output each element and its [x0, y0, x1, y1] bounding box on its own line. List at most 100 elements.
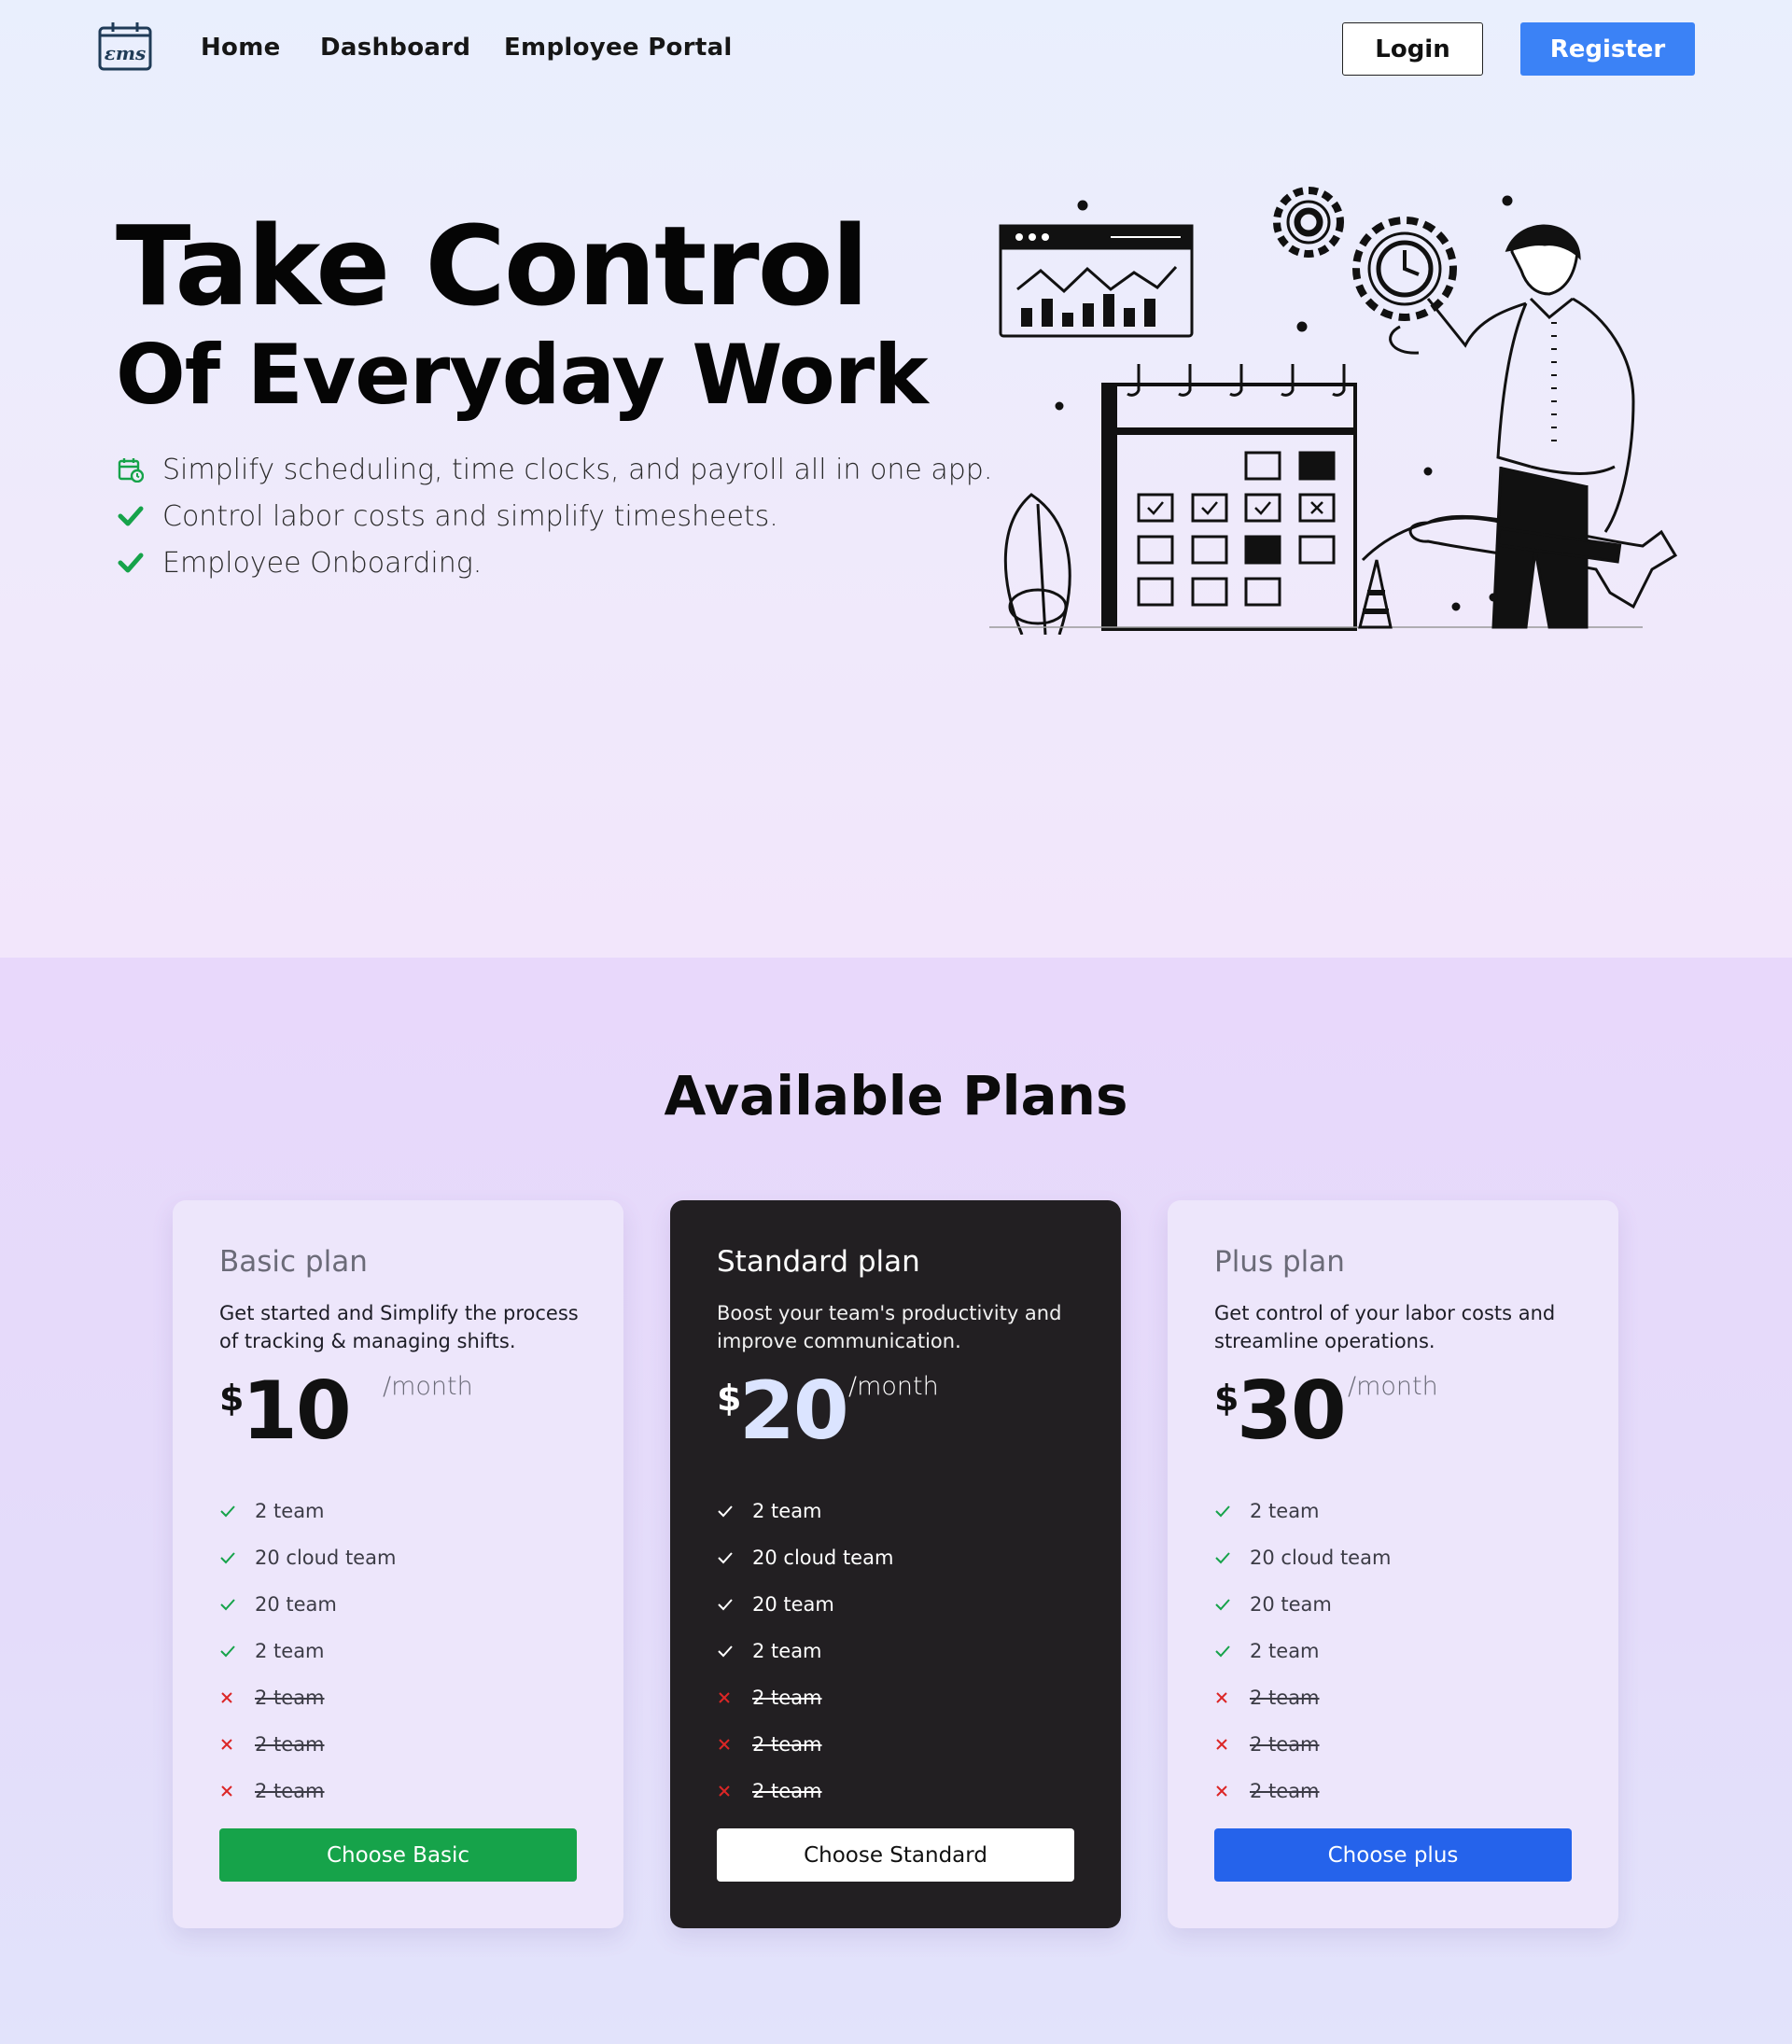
- check-icon: [219, 1598, 255, 1611]
- check-icon: [717, 1598, 752, 1611]
- plan-feature-text: 2 team: [1250, 1733, 1320, 1756]
- cross-icon: [717, 1737, 752, 1752]
- check-icon: [1214, 1645, 1250, 1658]
- plan-feature-text: 2 team: [255, 1733, 325, 1756]
- top-navbar: εms Home Dashboard Employee Portal Login…: [0, 0, 1792, 98]
- plans-section: Available Plans Basic plan Get started a…: [0, 958, 1792, 2044]
- check-icon: [219, 1551, 255, 1564]
- plan-feature-text: 2 team: [255, 1500, 325, 1522]
- plan-price: $ 30 /month: [1214, 1365, 1572, 1469]
- plan-price: $ 20 /month: [717, 1365, 1074, 1469]
- plan-feature-item: 20 cloud team: [1214, 1534, 1572, 1581]
- calendar-logo-icon: εms: [98, 22, 152, 71]
- plan-name: Plus plan: [1214, 1245, 1345, 1279]
- cross-icon: [717, 1784, 752, 1799]
- plan-feature-item: 2 team: [717, 1628, 1074, 1674]
- plan-feature-text: 2 team: [1250, 1687, 1320, 1709]
- hero-feature-list: Simplify scheduling, time clocks, and pa…: [118, 446, 992, 586]
- plan-feature-text: 20 cloud team: [752, 1547, 894, 1569]
- register-button[interactable]: Register: [1520, 22, 1695, 76]
- plan-feature-item: 2 team: [717, 1721, 1074, 1768]
- plan-feature-text: 2 team: [752, 1780, 822, 1802]
- svg-text:εms: εms: [105, 42, 147, 64]
- hero-title-line1: Take Control: [116, 202, 869, 330]
- plan-feature-item: 20 team: [219, 1581, 577, 1628]
- cross-icon: [219, 1784, 255, 1799]
- plan-feature-text: 2 team: [1250, 1780, 1320, 1802]
- plan-feature-item: 2 team: [717, 1768, 1074, 1814]
- plan-feature-text: 20 team: [255, 1593, 337, 1616]
- check-icon: [1214, 1551, 1250, 1564]
- cross-icon: [1214, 1737, 1250, 1752]
- plan-feature-list: 2 team 20 cloud team 20 team 2 team 2 te…: [717, 1488, 1074, 1814]
- hero-title-line2: Of Everyday Work: [116, 327, 929, 423]
- check-icon: [219, 1505, 255, 1518]
- nav-employee-portal-link[interactable]: Employee Portal: [504, 34, 733, 62]
- nav-dashboard-link[interactable]: Dashboard: [320, 34, 470, 62]
- plan-feature-item: 2 team: [1214, 1721, 1572, 1768]
- plan-price: $ 10 /month: [219, 1365, 577, 1469]
- choose-standard-button[interactable]: Choose Standard: [717, 1828, 1074, 1882]
- cross-icon: [717, 1690, 752, 1705]
- price-amount: 30: [1237, 1365, 1347, 1458]
- plan-feature-item: 2 team: [1214, 1768, 1572, 1814]
- plan-feature-text: 2 team: [752, 1500, 822, 1522]
- plan-feature-item: 2 team: [1214, 1674, 1572, 1721]
- price-amount: 20: [739, 1365, 849, 1458]
- plan-description: Get control of your labor costs and stre…: [1214, 1302, 1556, 1352]
- nav-home-link[interactable]: Home: [201, 34, 281, 62]
- price-period: /month: [383, 1372, 473, 1401]
- plan-feature-text: 2 team: [752, 1733, 822, 1756]
- price-period: /month: [848, 1372, 939, 1401]
- plan-feature-item: 2 team: [1214, 1628, 1572, 1674]
- check-icon: [717, 1551, 752, 1564]
- check-icon: [717, 1505, 752, 1518]
- login-button[interactable]: Login: [1342, 22, 1483, 76]
- hero-feature-item: Employee Onboarding.: [118, 539, 992, 586]
- hero-feature-text: Employee Onboarding.: [162, 546, 483, 580]
- plan-feature-text: 2 team: [1250, 1500, 1320, 1522]
- scheduling-illustration: [989, 187, 1678, 635]
- ems-logo[interactable]: εms: [97, 21, 153, 73]
- plan-feature-item: 2 team: [1214, 1488, 1572, 1534]
- calendar-clock-icon: [118, 455, 149, 483]
- plan-feature-text: 2 team: [752, 1640, 822, 1662]
- hero-feature-text: Control labor costs and simplify timeshe…: [162, 499, 778, 533]
- check-icon: [219, 1645, 255, 1658]
- check-icon: [118, 549, 149, 577]
- plan-feature-item: 2 team: [219, 1674, 577, 1721]
- plan-card-plus: Plus plan Get control of your labor cost…: [1168, 1200, 1618, 1928]
- plan-card-standard: Standard plan Boost your team's producti…: [670, 1200, 1121, 1928]
- plan-feature-text: 20 cloud team: [1250, 1547, 1392, 1569]
- plan-description: Boost your team's productivity and impro…: [717, 1302, 1062, 1352]
- cross-icon: [219, 1690, 255, 1705]
- choose-basic-button[interactable]: Choose Basic: [219, 1828, 577, 1882]
- plan-feature-item: 20 cloud team: [219, 1534, 577, 1581]
- plan-feature-item: 2 team: [219, 1628, 577, 1674]
- plan-feature-list: 2 team 20 cloud team 20 team 2 team 2 te…: [219, 1488, 577, 1814]
- price-currency: $: [219, 1378, 245, 1419]
- plan-feature-text: 20 cloud team: [255, 1547, 397, 1569]
- check-icon: [1214, 1598, 1250, 1611]
- price-currency: $: [1214, 1378, 1239, 1419]
- plans-title: Available Plans: [664, 1064, 1128, 1127]
- plan-name: Basic plan: [219, 1245, 368, 1279]
- plan-feature-text: 20 team: [1250, 1593, 1332, 1616]
- plan-feature-text: 2 team: [1250, 1640, 1320, 1662]
- check-icon: [118, 502, 149, 530]
- hero-feature-text: Simplify scheduling, time clocks, and pa…: [162, 453, 993, 486]
- plan-feature-item: 20 cloud team: [717, 1534, 1074, 1581]
- plan-feature-list: 2 team 20 cloud team 20 team 2 team 2 te…: [1214, 1488, 1572, 1814]
- cross-icon: [1214, 1784, 1250, 1799]
- plan-feature-item: 2 team: [219, 1721, 577, 1768]
- hero-section: εms Home Dashboard Employee Portal Login…: [0, 0, 1792, 958]
- plan-feature-text: 2 team: [255, 1780, 325, 1802]
- plan-feature-item: 2 team: [717, 1488, 1074, 1534]
- plan-name: Standard plan: [717, 1245, 920, 1279]
- cross-icon: [1214, 1690, 1250, 1705]
- plan-feature-text: 20 team: [752, 1593, 834, 1616]
- plan-feature-item: 2 team: [219, 1768, 577, 1814]
- cross-icon: [219, 1737, 255, 1752]
- plan-feature-item: 20 team: [717, 1581, 1074, 1628]
- choose-plus-button[interactable]: Choose plus: [1214, 1828, 1572, 1882]
